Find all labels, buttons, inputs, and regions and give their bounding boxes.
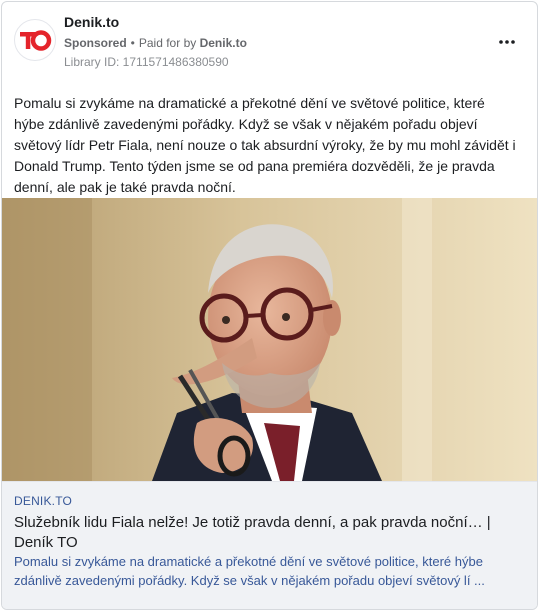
post-text: Pomalu si zvykáme na dramatické a překot… — [14, 95, 516, 195]
more-options-button[interactable] — [495, 32, 519, 52]
separator-dot: • — [130, 36, 135, 50]
link-description: Pomalu si zvykáme na dramatické a překot… — [14, 554, 485, 588]
library-id: Library ID: 1711571486380590 — [64, 55, 229, 69]
paid-for-label: Paid for by — [138, 36, 197, 50]
more-horizontal-icon — [499, 40, 515, 44]
ad-header: Denik.to Sponsored • Paid for by Denik.to … — [2, 2, 537, 82]
ad-card: Denik.to Sponsored • Paid for by Denik.to … — [1, 1, 538, 610]
paid-for-name-link[interactable]: Denik.to — [200, 36, 247, 50]
sponsored-label: Sponsored — [64, 36, 127, 50]
page-avatar[interactable] — [14, 19, 56, 61]
sponsored-line: Sponsored • Paid for by Denik.to — [64, 36, 247, 50]
link-title[interactable]: Služebník lidu Fiala nelže! Je totiž pra… — [14, 513, 524, 553]
man-with-scissors-image — [2, 198, 537, 481]
link-preview[interactable]: DENIK.TO Služebník lidu Fiala nelže! Je … — [2, 481, 537, 609]
link-domain: DENIK.TO — [14, 494, 73, 508]
ad-image[interactable] — [2, 198, 537, 481]
denik-to-logo-icon — [20, 30, 52, 51]
page-name-link[interactable]: Denik.to — [64, 14, 119, 30]
